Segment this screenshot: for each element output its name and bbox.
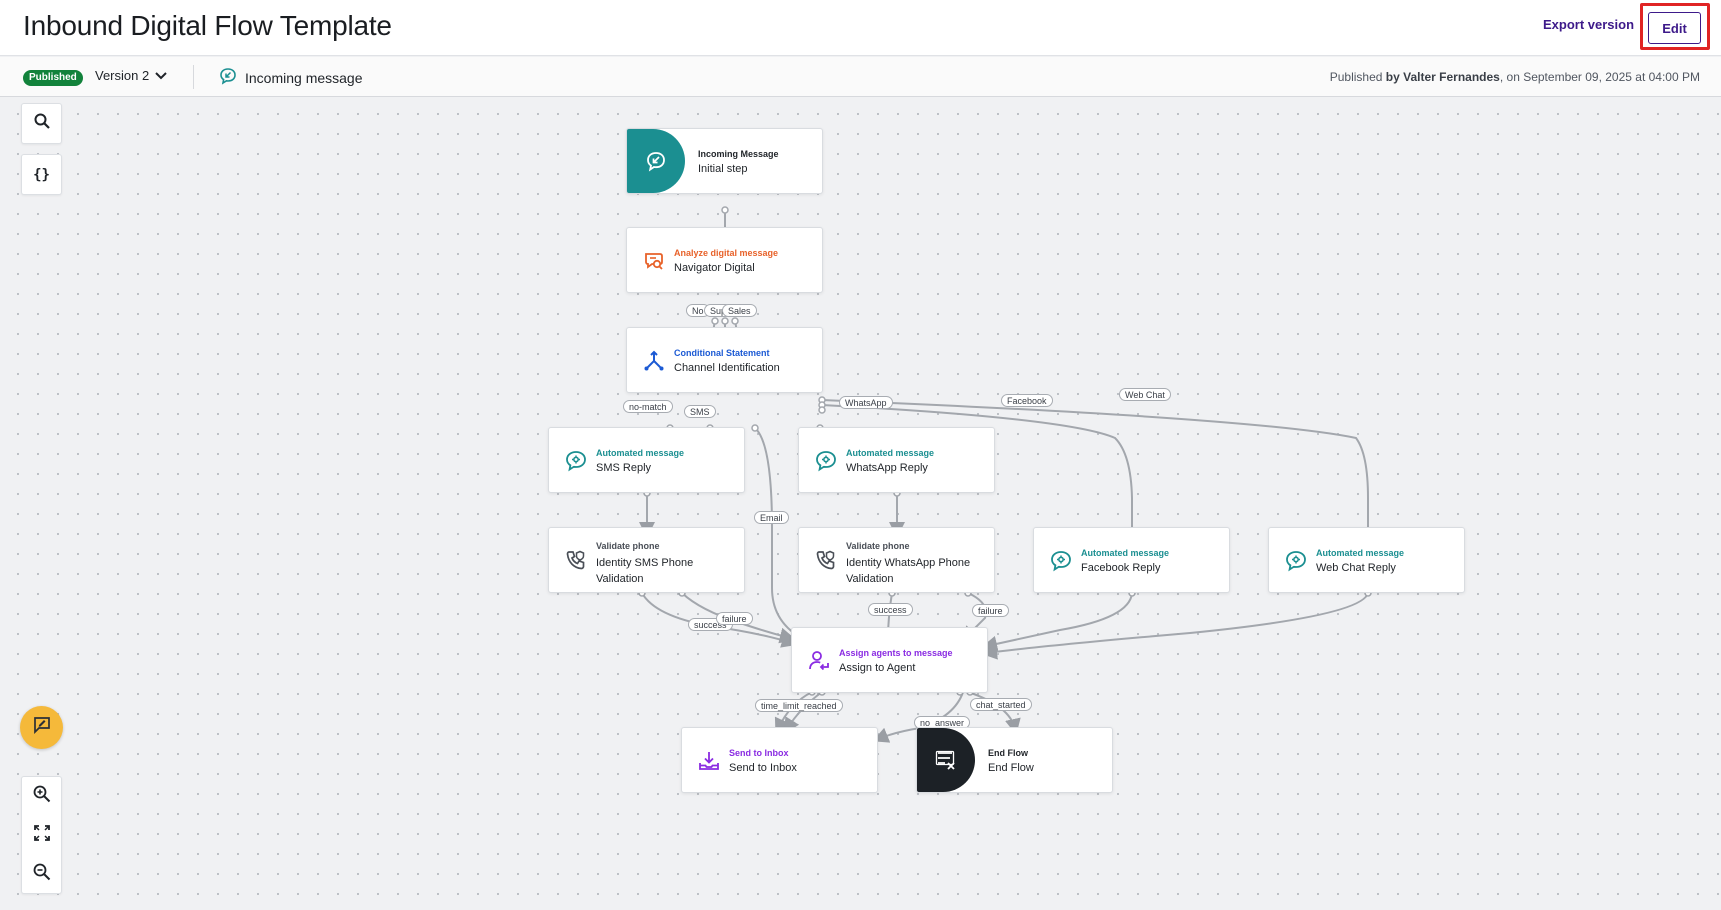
assign-agent-icon (806, 648, 832, 674)
node-name: Identity SMS Phone Validation (596, 557, 694, 585)
inbox-icon (696, 748, 722, 774)
edge-label-success-wa: success (868, 603, 913, 616)
edge-label-whatsapp: WhatsApp (839, 396, 893, 409)
node-sms-reply[interactable]: Automated message SMS Reply (548, 427, 745, 493)
zoom-out-icon (32, 862, 52, 887)
phone-validate-icon (813, 548, 839, 574)
automated-message-icon (563, 448, 589, 474)
published-by: Valter Fernandes (1403, 70, 1500, 84)
node-type: End Flow (988, 748, 1028, 758)
zoom-out-button[interactable] (22, 855, 61, 894)
node-name: Channel Identification (674, 362, 780, 374)
node-type: Automated message (846, 448, 935, 458)
zoom-in-icon (32, 784, 52, 809)
node-type: Send to Inbox (729, 748, 789, 758)
node-name: Navigator Digital (674, 262, 755, 274)
node-whatsapp-phone-validation[interactable]: Validate phone Identity WhatsApp Phone V… (798, 527, 995, 593)
node-type: Incoming Message (698, 149, 779, 159)
node-type: Validate phone (596, 541, 660, 551)
node-name: Initial step (698, 163, 748, 175)
incoming-message-icon (627, 129, 685, 193)
node-name: WhatsApp Reply (846, 462, 928, 474)
page-header: Inbound Digital Flow Template Export ver… (0, 0, 1721, 56)
node-incoming-message[interactable]: Incoming Message Initial step (626, 128, 823, 194)
phone-validate-icon (563, 548, 589, 574)
published-prefix: Published (1329, 70, 1383, 84)
node-analyze-digital-message[interactable]: Analyze digital message Navigator Digita… (626, 227, 823, 293)
chat-feedback-icon (32, 715, 52, 740)
published-date: , on September 09, 2025 at 04:00 PM (1499, 70, 1700, 84)
node-facebook-reply[interactable]: Automated message Facebook Reply (1033, 527, 1230, 593)
edge-label-chat-started: chat_started (970, 698, 1032, 711)
version-label: Version 2 (95, 68, 150, 83)
node-name: SMS Reply (596, 462, 652, 474)
divider (193, 65, 194, 89)
export-version-button[interactable]: Export version (1543, 17, 1634, 32)
curly-braces-icon: {} (33, 166, 50, 183)
node-whatsapp-reply[interactable]: Automated message WhatsApp Reply (798, 427, 995, 493)
node-name: Send to Inbox (729, 762, 797, 774)
node-send-to-inbox[interactable]: Send to Inbox Send to Inbox (681, 727, 878, 793)
chevron-down-icon (155, 68, 167, 83)
node-web-chat-reply[interactable]: Automated message Web Chat Reply (1268, 527, 1465, 593)
node-type: Conditional Statement (674, 348, 770, 358)
edge-label-no-match: no-match (623, 400, 673, 413)
trigger-info: Incoming message (219, 67, 363, 88)
node-assign-to-agent[interactable]: Assign agents to message Assign to Agent (791, 627, 988, 693)
node-sms-phone-validation[interactable]: Validate phone Identity SMS Phone Valida… (548, 527, 745, 593)
node-end-flow[interactable]: End Flow End Flow (916, 727, 1113, 793)
node-type: Automated message (1316, 548, 1405, 558)
incoming-message-icon (219, 67, 237, 88)
page-title: Inbound Digital Flow Template (23, 10, 392, 41)
edge-label-web-chat: Web Chat (1119, 388, 1171, 401)
analyze-message-icon (641, 248, 667, 274)
node-type: Assign agents to message (839, 648, 953, 658)
node-name: Assign to Agent (839, 662, 916, 674)
variables-button[interactable]: {} (21, 154, 62, 195)
version-select[interactable]: Version 2 (95, 68, 167, 83)
edge-label-email: Email (754, 511, 789, 524)
flow-info-bar: Published Version 2 Incoming message Pub… (0, 57, 1721, 97)
flow-canvas[interactable]: No Sup Sales no-match SMS WhatsApp Faceb… (0, 98, 1721, 910)
edge-label-sales: Sales (722, 304, 757, 317)
node-name: Identity WhatsApp Phone Validation (846, 557, 971, 585)
node-name: Facebook Reply (1081, 562, 1161, 574)
edit-button[interactable]: Edit (1648, 12, 1701, 44)
automated-message-icon (1283, 548, 1309, 574)
node-name: Web Chat Reply (1316, 562, 1396, 574)
search-icon (33, 112, 51, 135)
trigger-label: Incoming message (245, 69, 363, 86)
end-flow-icon (917, 728, 975, 792)
automated-message-icon (1048, 548, 1074, 574)
edge-label-facebook: Facebook (1001, 394, 1053, 407)
branch-icon (641, 348, 667, 374)
feedback-button[interactable] (20, 706, 63, 749)
zoom-in-button[interactable] (22, 777, 61, 816)
edge-label-sms: SMS (684, 405, 716, 418)
automated-message-icon (813, 448, 839, 474)
fit-screen-icon (33, 824, 51, 847)
published-info: Published by Valter Fernandes, on Septem… (1330, 70, 1700, 84)
edge-label-failure-sms: failure (716, 612, 753, 625)
status-badge: Published (23, 70, 83, 86)
node-conditional-statement[interactable]: Conditional Statement Channel Identifica… (626, 327, 823, 393)
node-type: Automated message (596, 448, 685, 458)
published-by-word: by (1385, 70, 1400, 84)
edge-label-failure-wa: failure (972, 604, 1009, 617)
node-type: Validate phone (846, 541, 910, 551)
node-type: Automated message (1081, 548, 1170, 558)
fit-screen-button[interactable] (22, 816, 61, 855)
node-name: End Flow (988, 762, 1034, 774)
zoom-controls (21, 776, 62, 894)
edge-label-time-limit: time_limit_reached (755, 699, 843, 712)
search-button[interactable] (21, 103, 62, 144)
node-type: Analyze digital message (674, 248, 779, 258)
